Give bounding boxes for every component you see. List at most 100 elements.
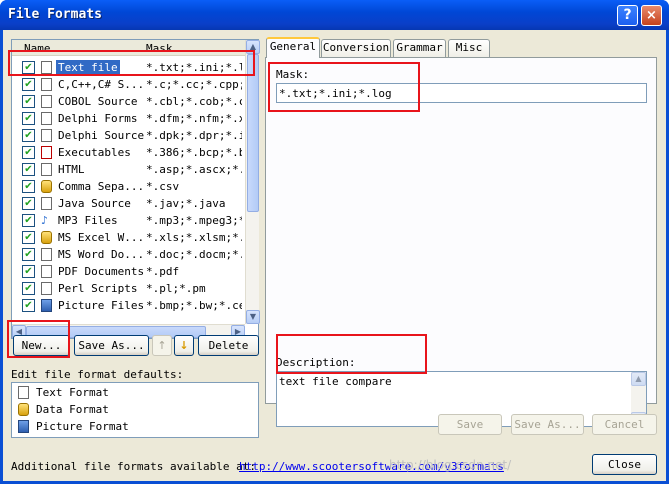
text-file-icon (41, 61, 52, 74)
checkbox[interactable]: ✔ (22, 214, 35, 227)
checkbox[interactable]: ✔ (22, 129, 35, 142)
text-format-icon (18, 386, 29, 399)
checkbox[interactable]: ✔ (22, 299, 35, 312)
list-item[interactable]: ✔ MS Excel W...*.xls;*.xlsm;*... (12, 229, 242, 246)
list-header: Name Mask (12, 40, 245, 56)
move-up-button[interactable]: ↑ (152, 335, 172, 356)
format-mask: *.dpk;*.dpr;*.i... (146, 129, 242, 142)
format-mask: *.asp;*.ascx;*... (146, 163, 242, 176)
format-name: PDF Documents (58, 265, 145, 278)
dialog-body: Name Mask ✔ Text file *.txt;*.ini;*.log ✔ C,… (3, 30, 666, 481)
format-name: COBOL Source (58, 95, 138, 108)
format-name: Comma Sepa... (58, 180, 145, 193)
vertical-scroll-thumb[interactable] (247, 54, 259, 212)
format-mask: *.csv (146, 180, 180, 193)
data-format-icon (41, 180, 52, 193)
list-item[interactable]: ✔ C,C++,C# S...*.c;*.cc;*.cpp;... (12, 76, 242, 93)
source-file-icon (41, 78, 52, 91)
tab-misc[interactable]: Misc (448, 39, 490, 57)
checkbox[interactable]: ✔ (22, 163, 35, 176)
default-item-picture-format[interactable]: Picture Format (16, 419, 216, 435)
close-window-button[interactable]: × (641, 5, 662, 26)
checkbox[interactable]: ✔ (22, 78, 35, 91)
defaults-label: Edit file format defaults: (11, 368, 184, 381)
list-item[interactable]: ✔ Delphi Forms *.dfm;*.nfm;*.xfm (12, 110, 242, 127)
list-item[interactable]: ✔ Picture Files*.bmp;*.bw;*.ce... (12, 297, 242, 314)
default-item-data-format[interactable]: Data Format (16, 402, 216, 418)
source-file-icon (41, 282, 52, 295)
format-name: MS Excel W... (58, 231, 145, 244)
checkbox[interactable]: ✔ (22, 112, 35, 125)
move-down-button[interactable]: ↓ (174, 335, 194, 356)
format-name: Executables (58, 146, 131, 159)
list-item[interactable]: ✔ Perl Scripts *.pl;*.pm (12, 280, 242, 297)
list-item[interactable]: ✔ Comma Sepa... *.csv (12, 178, 242, 195)
checkbox[interactable]: ✔ (22, 180, 35, 193)
checkbox[interactable]: ✔ (22, 197, 35, 210)
list-item[interactable]: ✔ Java Source *.jav;*.java (12, 195, 242, 212)
footer-text: Additional file formats available at: (11, 460, 257, 473)
watermark: http://blog.csdn.net/ (389, 458, 512, 472)
checkbox[interactable]: ✔ (22, 282, 35, 295)
format-mask: *.pdf (146, 265, 180, 278)
scroll-down-icon[interactable]: ▼ (246, 310, 260, 324)
list-item[interactable]: ✔ Text file *.txt;*.ini;*.log (12, 59, 242, 76)
format-mask: *.jav;*.java (146, 197, 226, 210)
checkbox[interactable]: ✔ (22, 61, 35, 74)
list-item[interactable]: ✔ Executables *.386;*.bcp;*.b... (12, 144, 242, 161)
format-name: Delphi Source (58, 129, 145, 142)
checkbox[interactable]: ✔ (22, 146, 35, 159)
defaults-list[interactable]: Text Format Data Format Picture Format (11, 382, 259, 438)
column-header-name[interactable]: Name (24, 42, 51, 55)
checkbox[interactable]: ✔ (22, 265, 35, 278)
description-label: Description: (276, 356, 356, 369)
format-name: Perl Scripts (58, 282, 138, 295)
format-mask: *.386;*.bcp;*.b... (146, 146, 242, 159)
list-item[interactable]: ✔ Delphi Source*.dpk;*.dpr;*.i... (12, 127, 242, 144)
format-mask: *.xls;*.xlsm;*... (146, 231, 242, 244)
picture-format-icon (18, 420, 29, 433)
list-item[interactable]: ✔ HTML *.asp;*.ascx;*... (12, 161, 242, 178)
source-file-icon (41, 163, 52, 176)
scroll-up-icon[interactable]: ▲ (631, 372, 646, 386)
source-file-icon (41, 248, 52, 261)
save-as-button[interactable]: Save As... (74, 335, 149, 356)
delete-button[interactable]: Delete (198, 335, 259, 356)
vertical-scrollbar[interactable]: ▲ ▼ (245, 40, 260, 324)
help-button[interactable]: ? (617, 5, 638, 26)
default-item-label: Picture Format (36, 420, 129, 433)
list-item[interactable]: ✔ ♪ MP3 Files *.mp3;*.mpeg3;*... (12, 212, 242, 229)
save-button[interactable]: Save (438, 414, 502, 435)
format-name: C,C++,C# S... (58, 78, 145, 91)
format-name: Text file (56, 60, 120, 75)
default-item-label: Text Format (36, 386, 109, 399)
close-button[interactable]: Close (592, 454, 657, 475)
format-name: Java Source (58, 197, 131, 210)
title-bar[interactable]: File Formats ? × (0, 0, 669, 30)
file-format-list[interactable]: Name Mask ✔ Text file *.txt;*.ini;*.log ✔ C,… (11, 39, 260, 339)
tab-general[interactable]: General (266, 37, 320, 58)
save-as-format-button[interactable]: Save As... (511, 414, 584, 435)
checkbox[interactable]: ✔ (22, 95, 35, 108)
music-file-icon: ♪ (41, 214, 49, 227)
new-button[interactable]: New... (13, 335, 70, 356)
window-title: File Formats (8, 7, 102, 22)
list-item[interactable]: ✔ PDF Documents *.pdf (12, 263, 242, 280)
list-item[interactable]: ✔ MS Word Do...*.doc;*.docm;*... (12, 246, 242, 263)
format-mask: *.dfm;*.nfm;*.xfm (146, 112, 242, 125)
format-mask: *.doc;*.docm;*... (146, 248, 242, 261)
default-item-text-format[interactable]: Text Format (16, 385, 216, 401)
cancel-button[interactable]: Cancel (592, 414, 657, 435)
checkbox[interactable]: ✔ (22, 231, 35, 244)
list-item[interactable]: ✔ COBOL Source *.cbl;*.cob;*.cpy (12, 93, 242, 110)
mask-input[interactable]: *.txt;*.ini;*.log (276, 83, 647, 103)
format-name: Picture Files (58, 299, 145, 312)
format-mask: *.cbl;*.cob;*.cpy (146, 95, 242, 108)
checkbox[interactable]: ✔ (22, 248, 35, 261)
column-header-mask[interactable]: Mask (146, 42, 173, 55)
format-mask: *.txt;*.ini;*.log (146, 61, 242, 74)
arrow-down-icon: ↓ (179, 339, 189, 352)
tab-grammar[interactable]: Grammar (393, 39, 446, 57)
scroll-up-icon[interactable]: ▲ (246, 40, 260, 54)
tab-conversion[interactable]: Conversion (321, 39, 391, 57)
